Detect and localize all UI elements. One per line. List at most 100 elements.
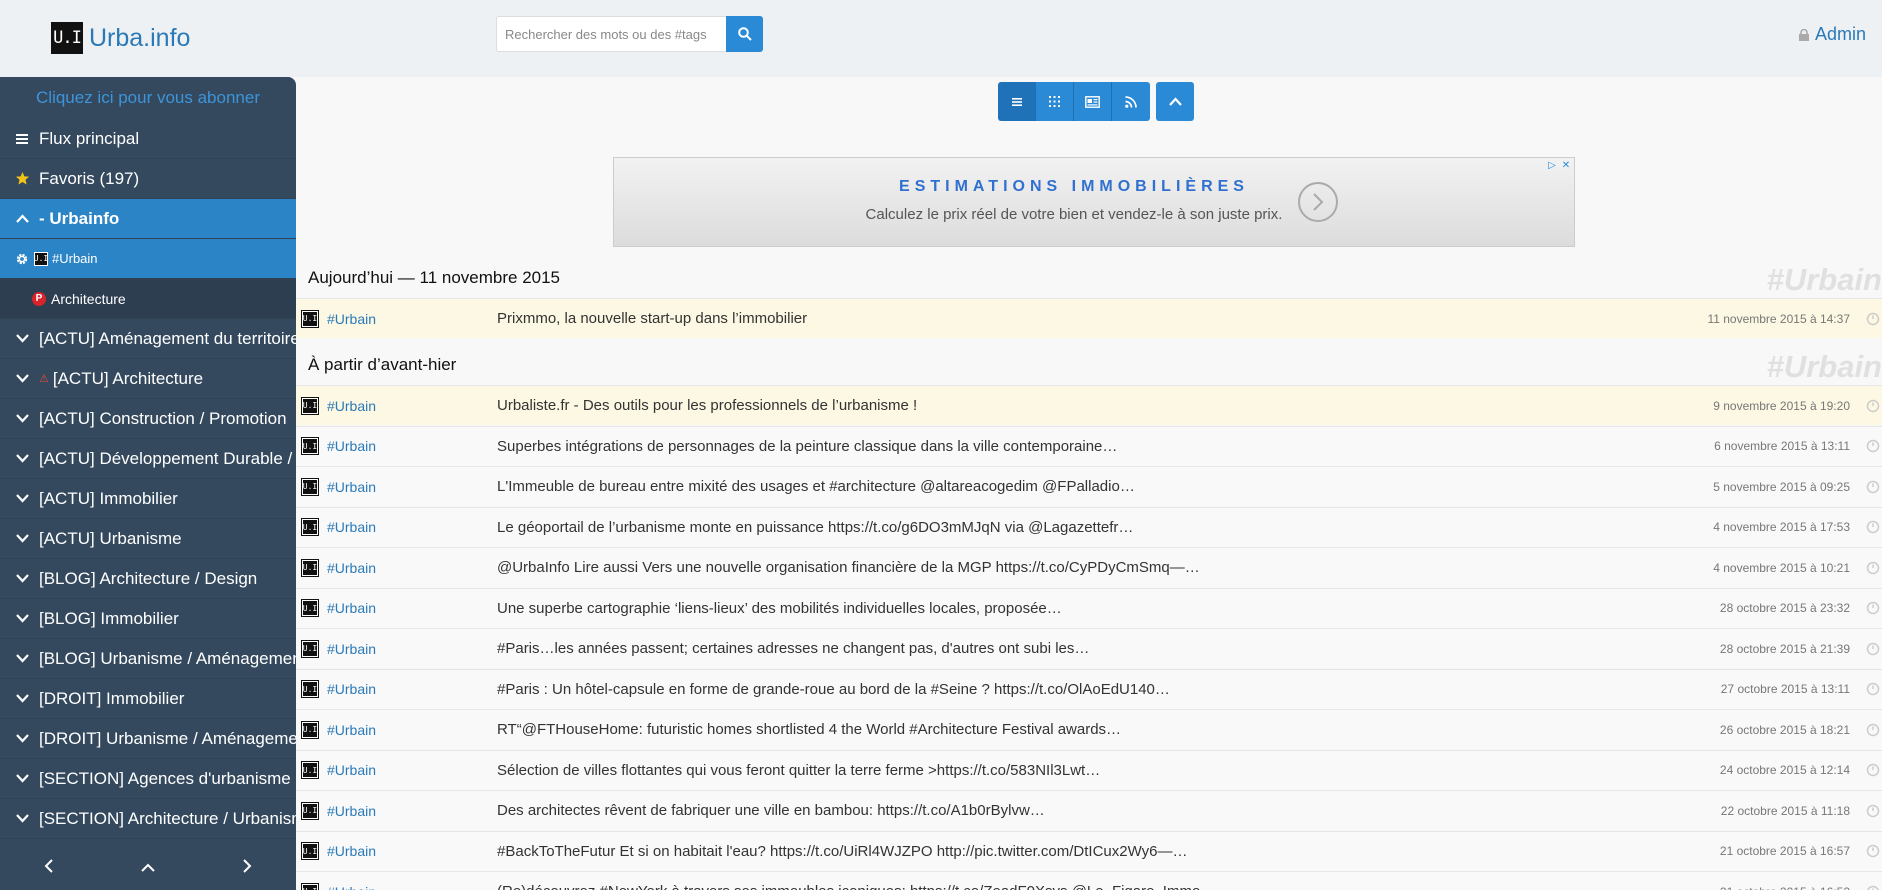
chevron-up-icon[interactable]: [141, 858, 155, 877]
read-toggle-icon[interactable]: [1866, 312, 1880, 326]
article-row[interactable]: U.I #Urbain #Paris : Un hôtel-capsule en f…: [296, 668, 1882, 709]
read-toggle-icon[interactable]: [1866, 804, 1880, 818]
sidebar-category[interactable]: [ACTU] Développement Durable / E: [0, 439, 296, 479]
article-title[interactable]: (Re)découvrez #NewYork à travers ses imm…: [497, 883, 1200, 890]
subscribe-link[interactable]: Cliquez ici pour vous abonner: [0, 77, 296, 119]
read-toggle-icon[interactable]: [1866, 682, 1880, 696]
article-title[interactable]: Superbes intégrations de personnages de …: [497, 438, 1117, 455]
sidebar-category[interactable]: [DROIT] Immobilier: [0, 679, 296, 719]
article-source[interactable]: #Urbain: [327, 479, 376, 495]
read-toggle-icon[interactable]: [1866, 723, 1880, 737]
urbain-logo-icon: U.I: [301, 842, 319, 860]
sidebar-category[interactable]: [ACTU] Aménagement du territoire: [0, 319, 296, 359]
article-row[interactable]: U.I #Urbain Sélection de villes flottantes…: [296, 749, 1882, 790]
article-source[interactable]: #Urbain: [327, 398, 376, 414]
sidebar-category[interactable]: [SECTION] Agences d'urbanisme: [0, 759, 296, 799]
article-source[interactable]: #Urbain: [327, 722, 376, 738]
article-title[interactable]: #Paris : Un hôtel-capsule en forme de gr…: [497, 681, 1170, 698]
search-input[interactable]: [496, 16, 726, 52]
article-title[interactable]: Prixmmo, la nouvelle start-up dans l’imm…: [497, 310, 807, 327]
article-source[interactable]: #Urbain: [327, 803, 376, 819]
sidebar-category[interactable]: [ACTU] Immobilier: [0, 479, 296, 519]
lock-icon: [1798, 28, 1809, 41]
article-source[interactable]: #Urbain: [327, 600, 376, 616]
article-title[interactable]: Une superbe cartographie ‘liens-lieux’ d…: [497, 600, 1062, 617]
sidebar-category[interactable]: [BLOG] Architecture / Design: [0, 559, 296, 599]
article-row[interactable]: U.I #Urbain Urbaliste.fr - Des outils pour…: [296, 385, 1882, 425]
view-grid-button[interactable]: [1036, 82, 1074, 121]
read-toggle-icon[interactable]: [1866, 844, 1880, 858]
ad-banner[interactable]: ESTIMATIONS IMMOBILIÈRES Calculez le pri…: [613, 157, 1575, 247]
sidebar-category[interactable]: [BLOG] Immobilier: [0, 599, 296, 639]
article-title[interactable]: Sélection de villes flottantes qui vous …: [497, 762, 1100, 779]
ad-arrow-button[interactable]: [1298, 182, 1338, 222]
article-row[interactable]: U.I #Urbain Une superbe cartographie ‘lien…: [296, 587, 1882, 628]
read-toggle-icon[interactable]: [1866, 763, 1880, 777]
view-card-button[interactable]: [1074, 82, 1112, 121]
chevron-right-icon[interactable]: [242, 858, 252, 877]
urbain-logo-icon: U.I: [301, 396, 319, 415]
article-source[interactable]: #Urbain: [327, 884, 376, 890]
article-row[interactable]: U.I #Urbain Superbes intégrations de perso…: [296, 425, 1882, 466]
urbain-logo-icon: U.I: [301, 639, 319, 658]
sidebar-item-favorites[interactable]: Favoris (197): [0, 159, 296, 199]
article-source[interactable]: #Urbain: [327, 438, 376, 454]
article-source[interactable]: #Urbain: [327, 843, 376, 859]
article-title[interactable]: #BackToTheFutur Et si on habitait l'eau?…: [497, 843, 1187, 860]
read-toggle-icon[interactable]: [1866, 601, 1880, 615]
ad-info-icon[interactable]: ▷: [1546, 159, 1558, 171]
article-row[interactable]: U.I #Urbain Des architectes rêvent de fabr…: [296, 790, 1882, 830]
sidebar-feed-architecture[interactable]: P Architecture: [0, 279, 296, 319]
read-toggle-icon[interactable]: [1866, 642, 1880, 656]
article-row[interactable]: U.I #Urbain L'Immeuble de bureau entre mix…: [296, 466, 1882, 506]
article-row[interactable]: U.I #Urbain @UrbaInfo Lire aussi Vers une …: [296, 547, 1882, 587]
sidebar-category[interactable]: [SECTION] Architecture / Urbanisme: [0, 799, 296, 839]
sidebar-category[interactable]: [DROIT] Urbanisme / Aménagement: [0, 719, 296, 759]
article-date: 5 novembre 2015 à 09:25: [1713, 479, 1850, 494]
article-title[interactable]: Le géoportail de l’urbanisme monte en pu…: [497, 519, 1133, 536]
article-source[interactable]: #Urbain: [327, 560, 376, 576]
read-toggle-icon[interactable]: [1866, 480, 1880, 494]
article-title[interactable]: #Paris…les années passent; certaines adr…: [497, 640, 1089, 657]
chevron-up-icon: [14, 214, 30, 223]
sidebar-feed-urbain[interactable]: U.I #Urbain: [0, 239, 296, 279]
sidebar-category[interactable]: [BLOG] Urbanisme / Aménagement: [0, 639, 296, 679]
view-rss-button[interactable]: [1112, 82, 1150, 121]
view-list-button[interactable]: [998, 82, 1036, 121]
article-title[interactable]: RT“@FTHouseHome: futuristic homes shortl…: [497, 721, 1121, 738]
article-source[interactable]: #Urbain: [327, 519, 376, 535]
sidebar-category[interactable]: [ACTU] Urbanisme: [0, 519, 296, 559]
article-source[interactable]: #Urbain: [327, 641, 376, 657]
article-row[interactable]: U.I #Urbain Le géoportail de l’urbanisme m…: [296, 506, 1882, 547]
read-toggle-icon[interactable]: [1866, 439, 1880, 453]
article-row[interactable]: U.I #Urbain (Re)découvrez #NewYork à trave…: [296, 871, 1882, 890]
site-logo[interactable]: U.I Urba.info: [51, 22, 190, 54]
article-source[interactable]: #Urbain: [327, 762, 376, 778]
article-title[interactable]: Urbaliste.fr - Des outils pour les profe…: [497, 397, 917, 414]
sidebar-item-main-feed[interactable]: Flux principal: [0, 119, 296, 159]
read-toggle-icon[interactable]: [1866, 399, 1880, 413]
article-row[interactable]: U.I #Urbain #BackToTheFutur Et si on habit…: [296, 830, 1882, 871]
read-toggle-icon[interactable]: [1866, 885, 1880, 890]
article-source[interactable]: #Urbain: [327, 311, 376, 327]
sidebar-item-label: [BLOG] Urbanisme / Aménagement: [39, 648, 296, 668]
read-toggle-icon[interactable]: [1866, 520, 1880, 534]
search-button[interactable]: [726, 16, 763, 52]
article-row[interactable]: U.I #Urbain RT“@FTHouseHome: futuristic ho…: [296, 709, 1882, 749]
article-title[interactable]: @UrbaInfo Lire aussi Vers une nouvelle o…: [497, 559, 1200, 576]
chevron-left-icon[interactable]: [44, 858, 54, 877]
article-row[interactable]: U.I #Urbain #Paris…les années passent; cer…: [296, 628, 1882, 668]
article-title[interactable]: L'Immeuble de bureau entre mixité des us…: [497, 478, 1135, 495]
article-row[interactable]: U.I #Urbain Prixmmo, la nouvelle start-up …: [296, 298, 1882, 338]
chevron-down-icon: [14, 374, 30, 383]
sidebar-category-urbainfo[interactable]: - Urbainfo: [0, 199, 296, 239]
admin-link[interactable]: Admin: [1798, 24, 1866, 45]
scroll-top-button[interactable]: [1156, 82, 1194, 121]
read-toggle-icon[interactable]: [1866, 561, 1880, 575]
close-icon[interactable]: ✕: [1560, 159, 1572, 171]
sidebar-category[interactable]: [ACTU] Construction / Promotion: [0, 399, 296, 439]
sidebar-category[interactable]: ⚠ [ACTU] Architecture: [0, 359, 296, 399]
chevron-down-icon: [14, 454, 30, 463]
article-source[interactable]: #Urbain: [327, 681, 376, 697]
article-title[interactable]: Des architectes rêvent de fabriquer une …: [497, 802, 1045, 819]
